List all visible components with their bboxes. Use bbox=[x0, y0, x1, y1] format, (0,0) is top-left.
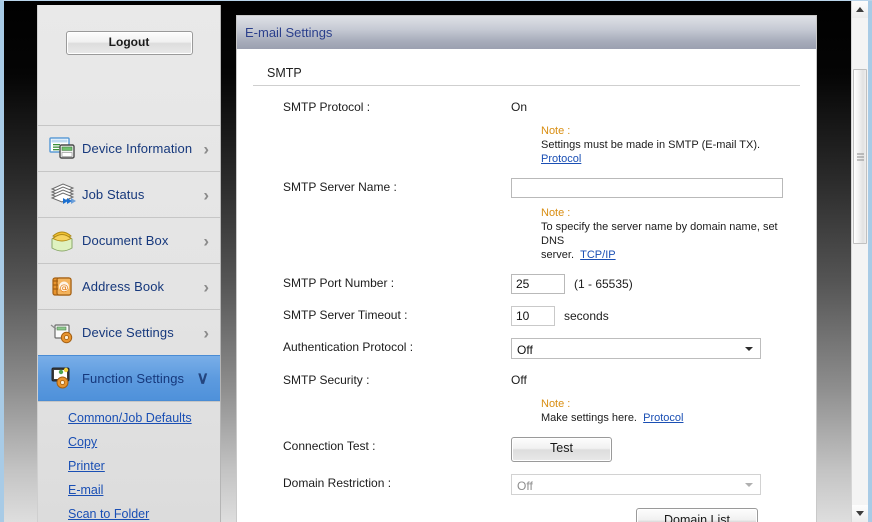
domain-list-row: Domain List bbox=[253, 508, 800, 522]
chevron-right-icon: › bbox=[203, 277, 209, 296]
note-heading: Note : bbox=[541, 398, 571, 410]
browser-viewport: Logout Device Information › Job Status ›… bbox=[0, 0, 872, 522]
note-smtp-protocol: Note : Settings must be made in SMTP (E-… bbox=[541, 124, 800, 166]
chevron-right-icon: › bbox=[203, 185, 209, 204]
sidebar-item-document-box[interactable]: Document Box › bbox=[38, 217, 220, 263]
page-title: E-mail Settings bbox=[237, 16, 816, 50]
label-domain-restriction: Domain Restriction : bbox=[283, 476, 392, 490]
smtp-timeout-unit: seconds bbox=[564, 309, 609, 323]
label-smtp-security: SMTP Security : bbox=[283, 373, 370, 387]
row-smtp-protocol: SMTP Protocol : On bbox=[253, 98, 800, 116]
sidebar-item-label: Job Status bbox=[82, 187, 145, 202]
note-heading: Note : bbox=[541, 125, 571, 137]
tcpip-link[interactable]: TCP/IP bbox=[580, 249, 615, 261]
sidebar-sublink-copy[interactable]: Copy bbox=[68, 435, 97, 449]
scrollbar-thumb[interactable] bbox=[853, 69, 867, 244]
sidebar-item-label: Address Book bbox=[82, 279, 165, 294]
sidebar-item-label: Function Settings bbox=[82, 370, 185, 386]
label-connection-test: Connection Test : bbox=[283, 439, 376, 453]
sidebar-item-device-information[interactable]: Device Information › bbox=[38, 125, 220, 171]
note-smtp-security: Note : Make settings here. Protocol bbox=[541, 397, 800, 425]
smtp-timeout-input[interactable] bbox=[511, 306, 555, 326]
domain-restriction-select[interactable]: Off bbox=[511, 474, 761, 495]
protocol-link[interactable]: Protocol bbox=[643, 412, 683, 424]
device-settings-icon bbox=[49, 319, 79, 347]
chevron-right-icon: › bbox=[203, 231, 209, 250]
content-panel: E-mail Settings SMTP SMTP Protocol : On … bbox=[236, 15, 817, 522]
smtp-port-input[interactable] bbox=[511, 274, 565, 294]
panel-body: SMTP SMTP Protocol : On Note : Settings … bbox=[237, 50, 816, 522]
navigation-sidebar: Logout Device Information › Job Status ›… bbox=[37, 5, 221, 522]
test-button[interactable]: Test bbox=[511, 437, 612, 462]
section-title-smtp: SMTP bbox=[253, 50, 800, 86]
scroll-up-button[interactable] bbox=[852, 1, 868, 18]
scroll-down-button[interactable] bbox=[852, 505, 868, 522]
caret-up-icon bbox=[856, 7, 864, 12]
chevron-down-icon bbox=[745, 483, 753, 487]
chevron-down-icon bbox=[745, 347, 753, 351]
row-smtp-server-name: SMTP Server Name : bbox=[253, 178, 800, 198]
sidebar-sublink-printer[interactable]: Printer bbox=[68, 459, 105, 473]
chevron-down-icon: ∨ bbox=[196, 368, 209, 388]
chevron-right-icon: › bbox=[203, 139, 209, 158]
device-information-icon bbox=[49, 135, 79, 163]
job-status-icon bbox=[49, 181, 79, 209]
row-connection-test: Connection Test : Test bbox=[253, 437, 800, 462]
protocol-link[interactable]: Protocol bbox=[541, 153, 581, 165]
sidebar-item-device-settings[interactable]: Device Settings › bbox=[38, 309, 220, 355]
caret-down-icon bbox=[856, 511, 864, 516]
domain-list-button[interactable]: Domain List bbox=[636, 508, 758, 522]
sidebar-item-function-settings[interactable]: Function Settings ∨ bbox=[38, 355, 220, 401]
note-text: Make settings here. bbox=[541, 412, 637, 424]
grip-icon bbox=[857, 151, 864, 162]
row-authentication-protocol: Authentication Protocol : Off bbox=[253, 338, 800, 359]
authentication-protocol-select[interactable]: Off bbox=[511, 338, 761, 359]
svg-text:@: @ bbox=[60, 283, 69, 293]
sidebar-sublink-email[interactable]: E-mail bbox=[68, 483, 103, 497]
label-smtp-port-number: SMTP Port Number : bbox=[283, 276, 395, 290]
sidebar-sublink-common-job-defaults[interactable]: Common/Job Defaults bbox=[68, 411, 192, 425]
address-book-icon: @ bbox=[49, 273, 79, 301]
row-smtp-port-number: SMTP Port Number : (1 - 65535) bbox=[253, 274, 800, 294]
smtp-server-name-input[interactable] bbox=[511, 178, 783, 198]
note-text-line2: server. bbox=[541, 249, 575, 261]
vertical-scrollbar[interactable] bbox=[851, 1, 868, 522]
label-smtp-server-name: SMTP Server Name : bbox=[283, 180, 397, 194]
sidebar-item-label: Document Box bbox=[82, 233, 169, 248]
logout-area: Logout bbox=[38, 5, 220, 125]
logout-button[interactable]: Logout bbox=[65, 31, 193, 55]
label-authentication-protocol: Authentication Protocol : bbox=[283, 340, 414, 354]
sidebar-sublink-scan-to-folder[interactable]: Scan to Folder bbox=[68, 507, 149, 521]
sidebar-item-address-book[interactable]: @ Address Book › bbox=[38, 263, 220, 309]
function-settings-icon bbox=[49, 364, 79, 392]
note-text-line1: To specify the server name by domain nam… bbox=[541, 221, 778, 247]
note-text: Settings must be made in SMTP (E-mail TX… bbox=[541, 139, 761, 151]
row-smtp-security: SMTP Security : Off bbox=[253, 371, 800, 389]
authentication-protocol-value: Off bbox=[517, 343, 533, 357]
label-smtp-protocol: SMTP Protocol : bbox=[283, 100, 371, 114]
document-box-icon bbox=[49, 227, 79, 255]
label-smtp-server-timeout: SMTP Server Timeout : bbox=[283, 308, 408, 322]
row-domain-restriction: Domain Restriction : Off bbox=[253, 474, 800, 495]
row-smtp-server-timeout: SMTP Server Timeout : seconds bbox=[253, 306, 800, 326]
value-smtp-security: Off bbox=[511, 373, 527, 387]
sidebar-item-label: Device Information bbox=[82, 141, 193, 156]
domain-restriction-value: Off bbox=[517, 479, 533, 493]
sidebar-item-job-status[interactable]: Job Status › bbox=[38, 171, 220, 217]
chevron-right-icon: › bbox=[203, 323, 209, 342]
smtp-port-range-hint: (1 - 65535) bbox=[574, 277, 633, 291]
value-smtp-protocol: On bbox=[511, 100, 528, 114]
note-heading: Note : bbox=[541, 207, 571, 219]
note-dns: Note : To specify the server name by dom… bbox=[541, 206, 800, 262]
sidebar-item-label: Device Settings bbox=[82, 325, 174, 340]
function-settings-sublinks: Common/Job Defaults Copy Printer E-mail … bbox=[38, 401, 220, 521]
